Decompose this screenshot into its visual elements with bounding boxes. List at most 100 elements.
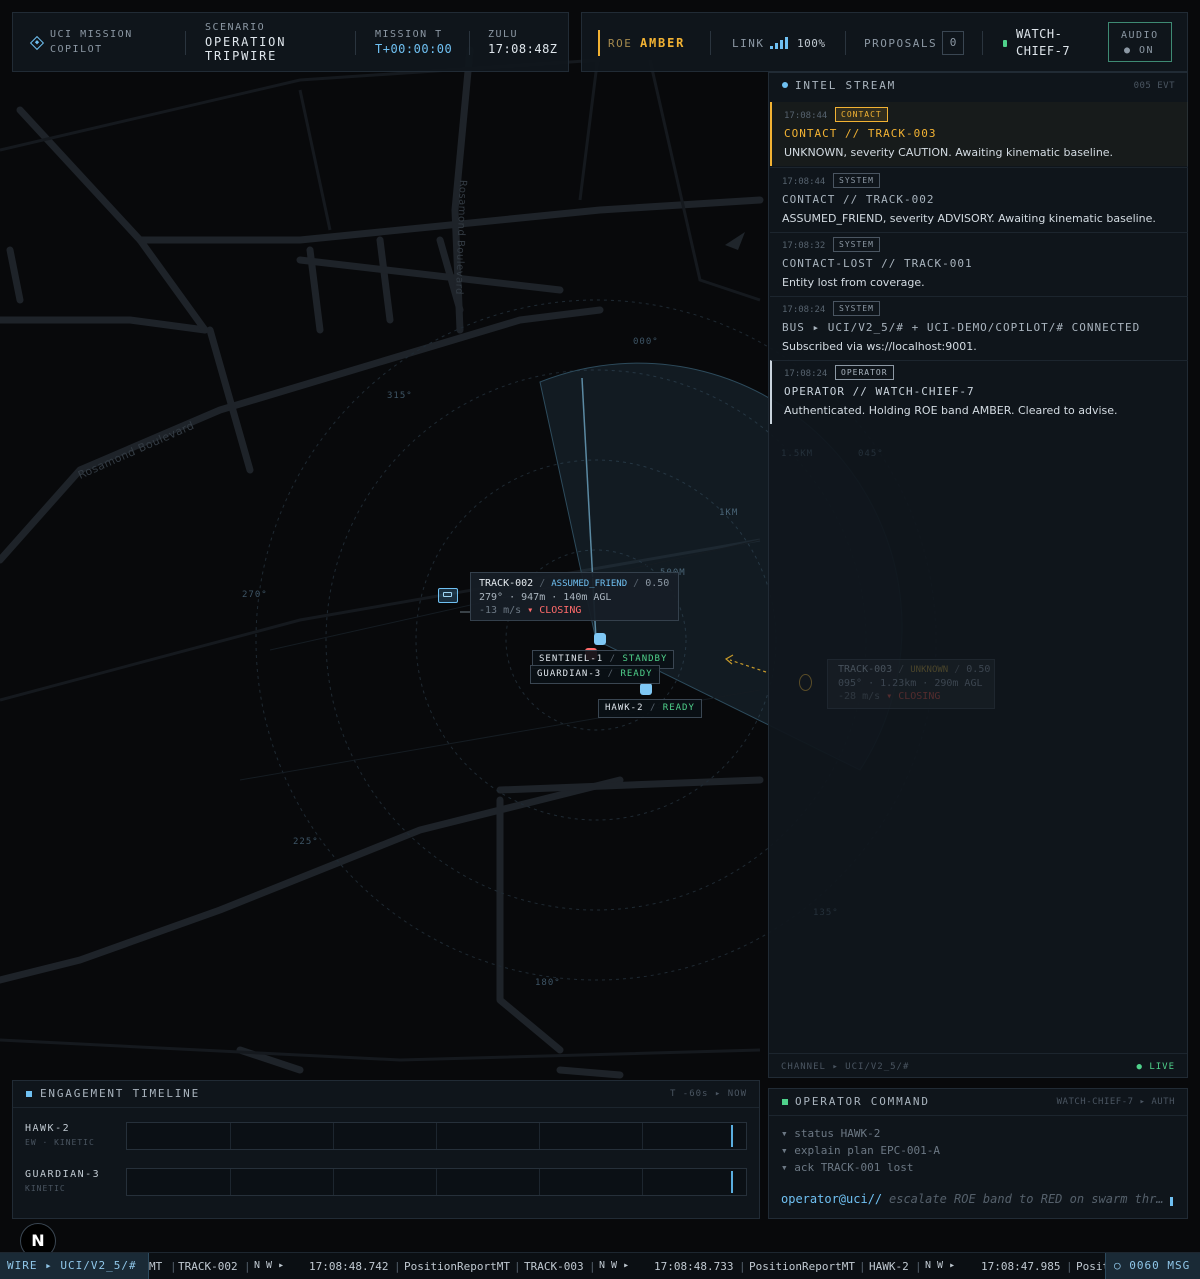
mission-t-label: MISSION T [375,29,443,40]
track-002-label[interactable]: TRACK-002 / ASSUMED_FRIEND / 0.50 279° ·… [470,572,679,621]
intel-event[interactable]: 17:08:24 SYSTEM BUS ▸ UCI/V2_5/# + UCI-D… [770,296,1188,360]
wire-label: WIRE ▸ UCI/V2_5/# [0,1253,149,1279]
event-badge: CONTACT [835,107,888,122]
timeline-square-icon [26,1091,32,1097]
command-input[interactable]: escalate ROE band to RED on swarm thr… [889,1192,1171,1206]
command-prompt: operator@uci// [781,1192,883,1206]
engagement-timeline: ENGAGEMENT TIMELINE T -60s ▸ NOW HAWK-2 … [12,1080,760,1219]
bearing-label: 270° [242,590,268,600]
bearing-label: 225° [293,837,319,847]
track-confidence: 0.50 [645,578,670,589]
ticker-item: TRACK-003 [524,1260,584,1273]
unit-name: HAWK-2 [605,703,644,713]
ticker-item: N W ▸ [925,1260,956,1271]
audio-state: ● ON [1124,45,1155,56]
command-suggestion[interactable]: ▾ ack TRACK-001 lost [781,1161,913,1174]
operator-callsign: WATCH- [1016,27,1063,41]
now-cursor [731,1171,733,1193]
event-time: 17:08:32 [782,241,826,251]
event-badge: SYSTEM [833,237,880,252]
event-description: Subscribed via ws://localhost:9001. [782,340,977,353]
operator-status-dot [1003,40,1007,47]
track-003-label[interactable]: TRACK-003 / UNKNOWN / 0.50 095° · 1.23km… [827,659,995,709]
timeline-lane-sub: KINETIC [25,1184,66,1193]
drone-icon [443,592,452,597]
intel-dot-icon [782,82,788,88]
link-label: LINK [732,37,765,50]
event-description: Entity lost from coverage. [782,276,925,289]
unit-label-guardian[interactable]: GUARDIAN-3 / READY [530,665,660,684]
link-value: 100% [797,37,826,50]
event-title: CONTACT // TRACK-002 [782,193,935,206]
event-badge: SYSTEM [833,301,880,316]
intel-header: INTEL STREAM 005 EVT [769,73,1187,99]
intel-event[interactable]: 17:08:24 OPERATOR OPERATOR // WATCH-CHIE… [770,360,1188,424]
event-description: ASSUMED_FRIEND, severity ADVISORY. Await… [782,212,1156,225]
intel-count: 005 EVT [1133,81,1175,91]
timeline-lane-sub: EW · KINETIC [25,1138,95,1147]
channel-label: CHANNEL ▸ UCI/V2_5/# [781,1062,910,1072]
proposals-count[interactable]: 0 [942,31,964,55]
intel-event[interactable]: 17:08:32 SYSTEM CONTACT-LOST // TRACK-00… [770,232,1188,296]
roe-label: ROE [608,37,633,50]
unit-label-hawk[interactable]: HAWK-2 / READY [598,699,702,718]
timeline-range: T -60s ▸ NOW [669,1089,747,1099]
timeline-lane-hawk[interactable] [126,1122,747,1150]
intel-event[interactable]: 17:08:44 CONTACT CONTACT // TRACK-003 UN… [770,102,1188,166]
unit-state: STANDBY [622,654,668,664]
unit-name: SENTINEL-1 [539,654,604,664]
unit-marker-hawk[interactable] [640,683,652,695]
unit-name: GUARDIAN-3 [537,669,602,679]
track-status: ▾ CLOSING [886,691,941,702]
timeline-lane-name: GUARDIAN-3 [25,1169,101,1180]
wire-channel: WIRE ▸ UCI/V2_5/# [7,1259,137,1272]
ticker-item: N W ▸ [254,1260,285,1271]
timeline-lane-guardian[interactable] [126,1168,747,1196]
signal-bars-icon [770,37,788,49]
msg-count: ○ 0060 MSG [1114,1259,1191,1272]
audio-toggle[interactable]: AUDIO ● ON [1108,22,1172,62]
command-suggestion[interactable]: ▾ status HAWK-2 [781,1127,880,1140]
event-time: 17:08:44 [782,177,826,187]
live-indicator: ● LIVE [1136,1062,1175,1072]
ticker-item: HAWK-2 [869,1260,909,1273]
intel-title: INTEL STREAM [795,79,897,92]
ticker-item: 17:08:47.985 [981,1260,1061,1273]
unit-marker-sentinel[interactable] [594,633,606,645]
roe-indicator[interactable] [598,30,600,56]
ticker-item: TRACK-002 [178,1260,238,1273]
proposals-label: PROPOSALS [864,37,938,50]
command-header: OPERATOR COMMAND WATCH-CHIEF-7 ▸ AUTH [769,1089,1187,1116]
track-002-symbol[interactable] [438,588,458,603]
track-speed: -13 m/s [479,605,522,616]
app-title: COPILOT [50,44,103,55]
track-confidence: 0.50 [966,664,991,675]
wire-ticker: WIRE ▸ UCI/V2_5/# MT | TRACK-002 | N W ▸… [0,1252,1200,1279]
unit-state: READY [620,669,653,679]
command-title: OPERATOR COMMAND [795,1095,930,1108]
ticker-item: PositionReportMT [404,1260,510,1273]
command-auth: WATCH-CHIEF-7 ▸ AUTH [1056,1097,1175,1107]
command-square-icon [782,1099,788,1105]
track-003-symbol[interactable] [799,674,812,691]
track-affiliation: ASSUMED_FRIEND [551,579,628,589]
diamond-logo-icon [29,35,45,51]
range-label: 1.5KM [781,449,814,459]
ticker-item: 17:08:48.742 [309,1260,389,1273]
ticker-item: 17:08:48.733 [654,1260,734,1273]
track-kinematics: 095° · 1.23km · 290m AGL [838,678,983,689]
timeline-lane-name: HAWK-2 [25,1123,71,1134]
event-time: 17:08:24 [784,369,828,379]
msg-counter: ○ 0060 MSG [1105,1253,1200,1279]
intel-event[interactable]: 17:08:44 SYSTEM CONTACT // TRACK-002 ASS… [770,167,1188,231]
mission-header: UCI MISSION COPILOT SCENARIO OPERATION T… [12,12,569,72]
app-title: UCI MISSION [50,29,133,40]
scenario-name: OPERATION [205,35,287,49]
track-speed: -28 m/s [838,691,881,702]
command-suggestion[interactable]: ▾ explain plan EPC-001-A [781,1144,940,1157]
ticker-item: N W ▸ [599,1260,630,1271]
event-title: OPERATOR // WATCH-CHIEF-7 [784,385,975,398]
event-badge: SYSTEM [833,173,880,188]
event-time: 17:08:44 [784,111,828,121]
audio-label: AUDIO [1121,30,1159,41]
